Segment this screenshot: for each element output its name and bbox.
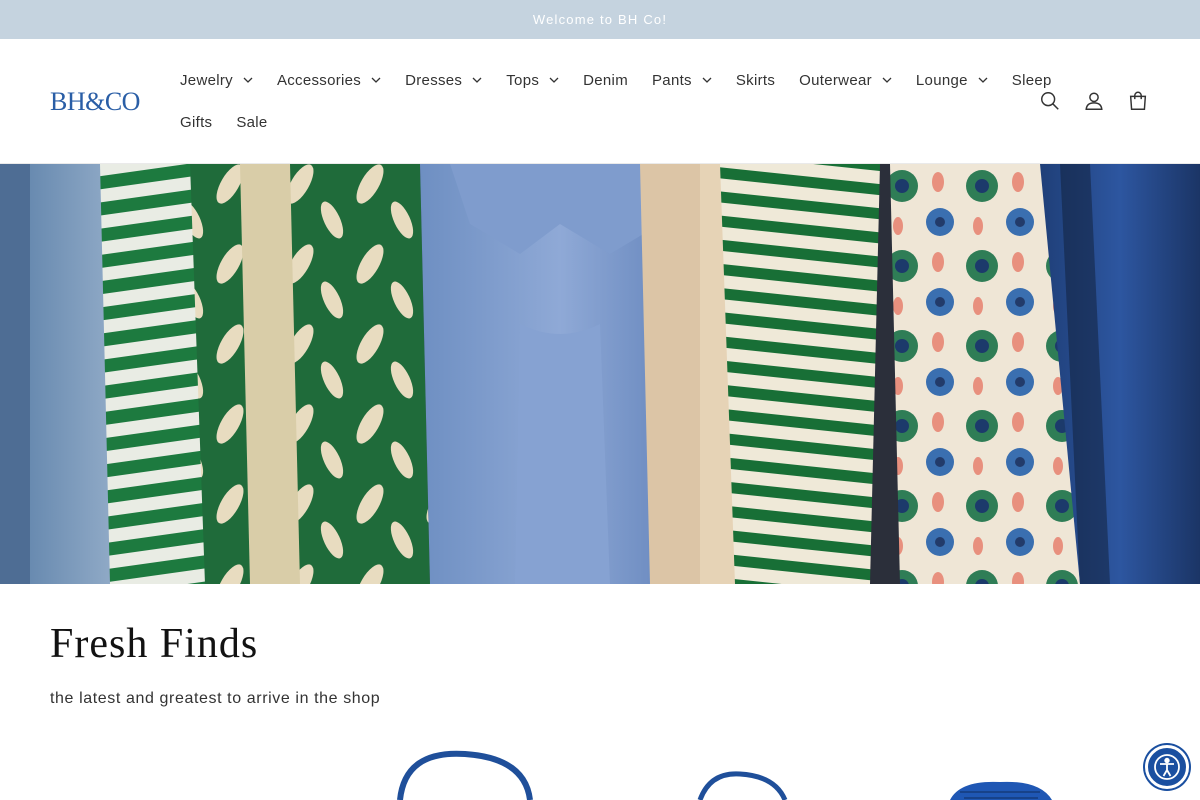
main-navigation: Jewelry Accessories Dresses Tops Denim Pants S… — [168, 59, 1051, 143]
nav-item-label: Pants — [652, 71, 692, 89]
nav-item-label: Tops — [506, 71, 540, 89]
product-card[interactable] — [50, 740, 305, 800]
accessibility-button[interactable] — [1145, 745, 1189, 789]
announcement-bar: Welcome to BH Co! — [0, 0, 1200, 39]
nav-item-pants[interactable]: Pants — [640, 59, 724, 101]
search-icon — [1041, 92, 1059, 110]
site-header: BH&CO Jewelry Accessories Dresses Tops Denim… — [0, 39, 1200, 164]
product-image-blue-bag — [697, 771, 788, 800]
nav-item-jewelry[interactable]: Jewelry — [168, 59, 265, 101]
product-card[interactable] — [610, 740, 865, 800]
nav-item-label: Lounge — [915, 71, 968, 89]
nav-item-tops[interactable]: Tops — [494, 59, 571, 101]
cart-button[interactable] — [1122, 79, 1154, 123]
nav-item-denim[interactable]: Denim — [571, 59, 640, 101]
product-card[interactable] — [890, 740, 1145, 800]
announcement-text: Welcome to BH Co! — [532, 12, 668, 27]
nav-item-label: Gifts — [180, 113, 213, 131]
product-image-blue-bag — [397, 750, 533, 800]
nav-item-skirts[interactable]: Skirts — [724, 59, 787, 101]
featured-collection-header: Fresh Finds the latest and greatest to a… — [50, 620, 380, 708]
accessibility-icon — [1154, 754, 1180, 780]
search-button[interactable] — [1034, 79, 1066, 123]
store-logo[interactable]: BH&CO — [50, 87, 140, 117]
nav-item-lounge[interactable]: Lounge — [904, 59, 1000, 101]
chevron-down-icon — [472, 75, 482, 85]
chevron-down-icon — [702, 75, 712, 85]
nav-item-outerwear[interactable]: Outerwear — [787, 59, 904, 101]
chevron-down-icon — [882, 75, 892, 85]
hero-banner-image — [0, 164, 1200, 584]
chevron-down-icon — [243, 75, 253, 85]
chevron-down-icon — [978, 75, 988, 85]
nav-item-gifts[interactable]: Gifts — [168, 101, 224, 143]
chevron-down-icon — [371, 75, 381, 85]
cart-icon — [1129, 91, 1147, 110]
hero-clothing-rack-image — [0, 164, 1200, 584]
nav-row-1: Jewelry Accessories Dresses Tops Denim Pants S… — [168, 59, 1051, 101]
collection-description: the latest and greatest to arrive in the… — [50, 690, 381, 707]
nav-item-label: Outerwear — [799, 71, 872, 89]
account-icon — [1085, 92, 1103, 110]
nav-item-dresses[interactable]: Dresses — [393, 59, 494, 101]
chevron-down-icon — [549, 75, 559, 85]
product-image-woven-bag — [950, 781, 1052, 800]
product-grid — [50, 740, 1150, 800]
nav-item-label: Denim — [583, 71, 628, 89]
nav-item-label: Jewelry — [180, 71, 233, 89]
nav-row-2: Gifts Sale — [168, 101, 988, 143]
product-card[interactable] — [330, 740, 585, 800]
nav-item-sale[interactable]: Sale — [224, 101, 279, 143]
account-button[interactable] — [1078, 79, 1110, 123]
nav-item-label: Skirts — [735, 71, 776, 89]
nav-item-label: Dresses — [405, 71, 463, 89]
collection-title: Fresh Finds — [50, 621, 259, 667]
nav-item-label: Sale — [236, 113, 268, 131]
nav-item-label: Accessories — [276, 71, 362, 89]
header-icons — [1034, 79, 1154, 123]
nav-item-accessories[interactable]: Accessories — [265, 59, 393, 101]
